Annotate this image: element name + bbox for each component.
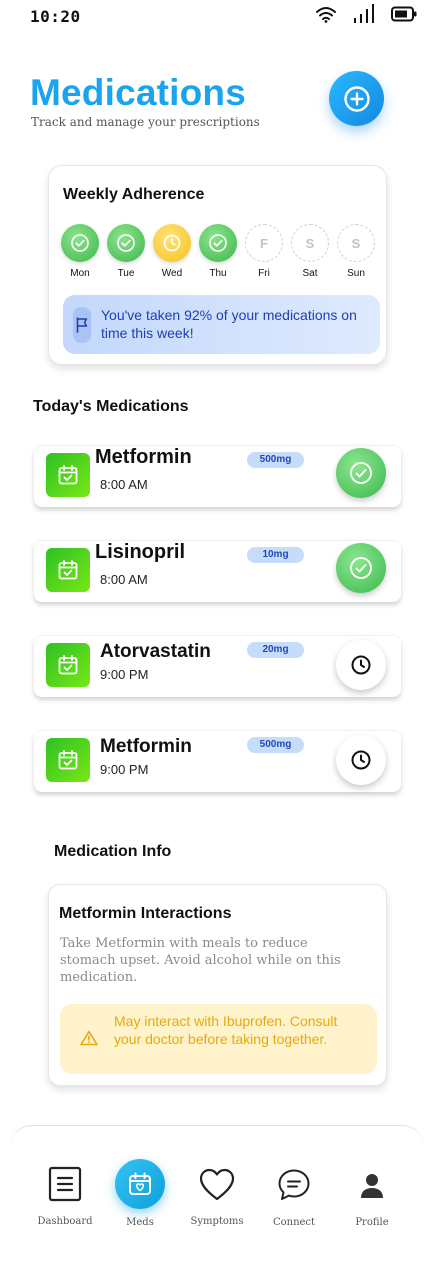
status-icons bbox=[315, 4, 417, 24]
medication-info-title: Medication Info bbox=[54, 843, 172, 860]
nav-connect[interactable]: Connect bbox=[264, 1168, 324, 1228]
day-tue[interactable]: Tue bbox=[107, 224, 145, 279]
day-label: Sun bbox=[347, 268, 365, 279]
taken-button[interactable] bbox=[336, 448, 386, 498]
weekly-adherence-title: Weekly Adherence bbox=[63, 186, 205, 203]
add-medication-button[interactable] bbox=[329, 71, 384, 126]
day-sat[interactable]: S Sat bbox=[291, 224, 329, 279]
status-bar: 10:20 bbox=[0, 0, 431, 34]
calendar-check-icon bbox=[46, 643, 90, 687]
med-name: Metformin bbox=[100, 736, 192, 757]
day-fri[interactable]: F Fri bbox=[245, 224, 283, 279]
check-circle-icon bbox=[61, 224, 99, 262]
clock-icon bbox=[153, 224, 191, 262]
day-wed[interactable]: Wed bbox=[153, 224, 191, 279]
interactions-card: Metformin Interactions Take Metformin wi… bbox=[48, 884, 387, 1086]
page-title: Medications bbox=[30, 72, 247, 113]
day-sun[interactable]: S Sun bbox=[337, 224, 375, 279]
adherence-banner: You've taken 92% of your medications on … bbox=[63, 295, 380, 354]
status-time: 10:20 bbox=[30, 7, 81, 26]
interaction-warning: May interact with Ibuprofen. Consult you… bbox=[60, 1004, 377, 1074]
day-letter: F bbox=[245, 224, 283, 262]
pending-button[interactable] bbox=[336, 735, 386, 785]
day-letter: S bbox=[291, 224, 329, 262]
dose-badge: 20mg bbox=[247, 642, 304, 658]
day-thu[interactable]: Thu bbox=[199, 224, 237, 279]
flag-icon bbox=[73, 307, 91, 343]
med-time: 8:00 AM bbox=[100, 572, 148, 587]
check-circle-icon bbox=[350, 557, 372, 579]
plus-circle-icon bbox=[343, 85, 370, 112]
nav-symptoms[interactable]: Symptoms bbox=[186, 1168, 248, 1227]
days-row: Mon Tue Wed Thu F Fri S Sat S Sun bbox=[61, 224, 375, 279]
adherence-banner-text: You've taken 92% of your medications on … bbox=[101, 307, 357, 341]
day-label: Thu bbox=[209, 268, 227, 279]
nav-label: Connect bbox=[272, 1217, 316, 1228]
user-icon bbox=[361, 1174, 383, 1198]
day-letter: S bbox=[337, 224, 375, 262]
med-time: 9:00 PM bbox=[100, 762, 149, 777]
nav-label: Symptoms bbox=[190, 1216, 244, 1227]
warning-icon bbox=[80, 1030, 98, 1046]
nav-profile[interactable]: Profile bbox=[342, 1173, 402, 1228]
calendar-heart-icon bbox=[115, 1159, 165, 1209]
clock-icon bbox=[351, 655, 371, 675]
calendar-check-icon bbox=[46, 738, 90, 782]
chat-icon bbox=[278, 1169, 310, 1200]
pending-button[interactable] bbox=[336, 640, 386, 690]
med-time: 9:00 PM bbox=[100, 667, 149, 682]
med-card-metformin-pm[interactable]: Metformin 9:00 PM 500mg bbox=[34, 730, 401, 792]
day-mon[interactable]: Mon bbox=[61, 224, 99, 279]
day-label: Tue bbox=[117, 268, 135, 279]
med-card-lisinopril[interactable]: Lisinopril 8:00 AM 10mg bbox=[34, 540, 401, 602]
dose-badge: 500mg bbox=[247, 452, 304, 468]
calendar-check-icon bbox=[46, 453, 90, 497]
med-card-metformin-am[interactable]: Metformin 8:00 AM 500mg bbox=[34, 445, 401, 507]
interactions-title: Metformin Interactions bbox=[59, 905, 232, 922]
nav-label: Profile bbox=[355, 1217, 389, 1228]
check-circle-icon bbox=[199, 224, 237, 262]
battery-icon bbox=[391, 6, 417, 22]
todays-medications-title: Today's Medications bbox=[33, 398, 189, 415]
calendar-check-icon bbox=[46, 548, 90, 592]
dose-badge: 500mg bbox=[247, 737, 304, 753]
med-name: Metformin bbox=[95, 446, 192, 468]
page-subtitle: Track and manage your prescriptions bbox=[31, 115, 260, 129]
day-label: Wed bbox=[161, 268, 183, 279]
weekly-adherence-card: Weekly Adherence Mon Tue Wed Thu F Fri S Sat S Su… bbox=[48, 165, 387, 365]
nav-dashboard[interactable]: Dashboard bbox=[35, 1166, 95, 1227]
document-icon bbox=[48, 1166, 82, 1202]
day-label: Sat bbox=[302, 268, 318, 279]
signal-icon bbox=[354, 4, 374, 23]
med-name: Atorvastatin bbox=[100, 641, 211, 662]
day-label: Mon bbox=[70, 268, 90, 279]
med-name: Lisinopril bbox=[95, 541, 185, 563]
bottom-nav: Dashboard Meds Symptoms Connect Profile bbox=[10, 1125, 424, 1275]
heart-icon bbox=[199, 1168, 235, 1201]
clock-icon bbox=[351, 750, 371, 770]
taken-button[interactable] bbox=[336, 543, 386, 593]
check-circle-icon bbox=[107, 224, 145, 262]
nav-meds[interactable]: Meds bbox=[109, 1159, 171, 1228]
med-time: 8:00 AM bbox=[100, 477, 148, 492]
interaction-warning-text: May interact with Ibuprofen. Consult you… bbox=[114, 1013, 338, 1047]
nav-label: Meds bbox=[126, 1217, 154, 1228]
day-label: Fri bbox=[258, 268, 270, 279]
wifi-icon bbox=[316, 7, 336, 23]
med-card-atorvastatin[interactable]: Atorvastatin 9:00 PM 20mg bbox=[34, 635, 401, 697]
nav-label: Dashboard bbox=[37, 1216, 93, 1227]
interactions-text: Take Metformin with meals to reduce stom… bbox=[60, 936, 341, 985]
check-circle-icon bbox=[350, 462, 372, 484]
dose-badge: 10mg bbox=[247, 547, 304, 563]
